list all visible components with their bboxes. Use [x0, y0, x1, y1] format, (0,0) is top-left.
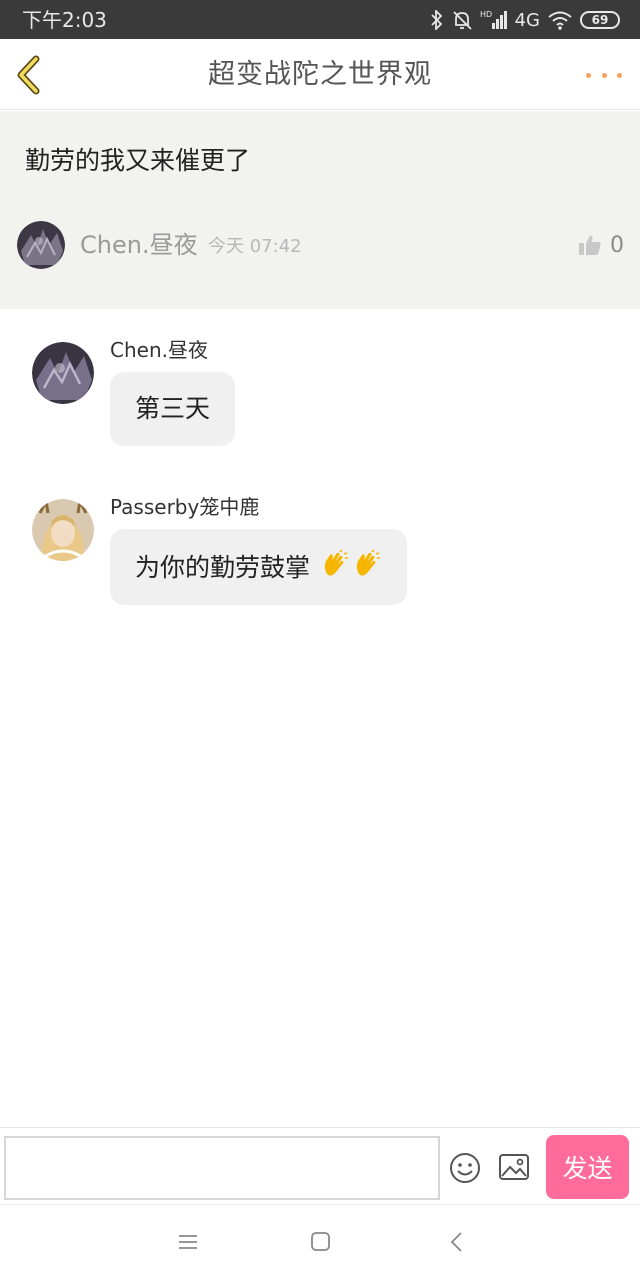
- more-dot: [617, 72, 622, 78]
- menu-nav-button[interactable]: [177, 1231, 199, 1257]
- back-nav-button[interactable]: [446, 1231, 468, 1257]
- thumbs-up-icon: [579, 235, 601, 255]
- more-dot: [601, 72, 607, 78]
- comment-avatar[interactable]: [32, 499, 94, 561]
- status-bar: 下午2:03 HD 4G 69: [0, 0, 640, 39]
- comment-bubble: 第三天: [110, 372, 236, 446]
- chevron-left-icon: [17, 55, 40, 95]
- post-panel: 勤劳的我又来催更了 Chen.昼夜 今天 07:42 0: [0, 111, 640, 309]
- post-author-name[interactable]: Chen.昼夜: [80, 229, 198, 261]
- network-type: 4G: [514, 9, 540, 31]
- comment-text: 第三天: [135, 394, 211, 423]
- image-picker-button[interactable]: [498, 1153, 530, 1185]
- post-text: 勤劳的我又来催更了: [25, 146, 251, 175]
- bluetooth-icon: [430, 10, 442, 30]
- image-icon: [499, 1154, 529, 1180]
- send-button[interactable]: 发送: [546, 1135, 629, 1199]
- emoji-button[interactable]: [449, 1152, 481, 1188]
- comment-author-name[interactable]: Chen.昼夜: [110, 336, 208, 364]
- comment-avatar[interactable]: [32, 342, 94, 404]
- mute-bell-icon: [452, 11, 472, 30]
- back-button[interactable]: [12, 53, 52, 97]
- comment-author-name[interactable]: Passerby笼中鹿: [110, 493, 259, 521]
- svg-text:HD: HD: [480, 10, 492, 19]
- more-dot: [586, 72, 591, 78]
- clapping-hands-icon: [324, 549, 348, 576]
- battery-indicator: 69: [580, 11, 620, 29]
- more-options-button[interactable]: [586, 63, 622, 87]
- system-nav-bar: [0, 1204, 640, 1280]
- comment-text: 为你的勤劳鼓掌: [135, 553, 311, 582]
- comment-input-bar: 发送: [0, 1127, 640, 1204]
- status-icons: HD 4G 69: [430, 8, 620, 32]
- comment-bubble: 为你的勤劳鼓掌: [110, 529, 407, 605]
- post-time: 今天 07:42: [208, 236, 302, 257]
- clapping-hands-icon: [356, 549, 380, 576]
- status-time: 下午2:03: [22, 8, 107, 32]
- wifi-icon: [548, 11, 572, 30]
- smiley-icon: [450, 1153, 480, 1183]
- post-author-avatar[interactable]: [17, 221, 65, 269]
- menu-icon: [179, 1235, 197, 1249]
- page-title: 超变战陀之世界观: [208, 59, 432, 90]
- signal-hd-icon: HD: [480, 10, 507, 29]
- like-count: 0: [610, 232, 624, 258]
- battery-level: 69: [591, 13, 609, 27]
- comment-input[interactable]: [4, 1136, 440, 1200]
- square-icon: [311, 1232, 330, 1251]
- like-button[interactable]: 0: [578, 229, 624, 261]
- home-nav-button[interactable]: [310, 1231, 332, 1257]
- chevron-left-icon: [450, 1232, 462, 1252]
- header: 超变战陀之世界观: [0, 39, 640, 110]
